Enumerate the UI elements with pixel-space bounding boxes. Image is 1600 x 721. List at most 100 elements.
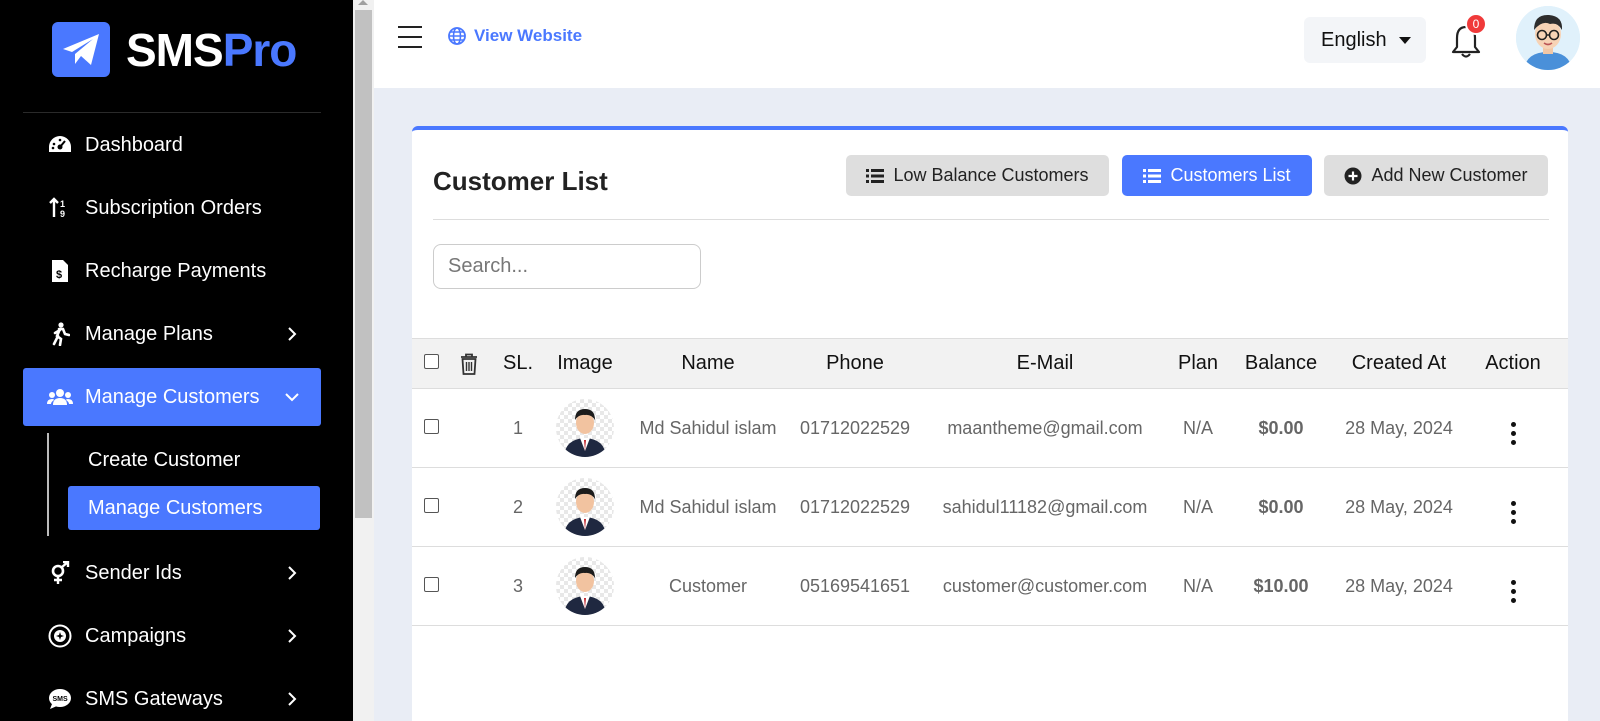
mars-venus-icon (47, 560, 73, 586)
sidebar-item-sender-ids[interactable]: Sender Ids (23, 544, 321, 602)
table-row: 1 Md Sahidul islam 01712022529 maantheme… (412, 388, 1568, 468)
search-input[interactable] (433, 244, 701, 289)
sidebar-item-campaigns[interactable]: Campaigns (23, 607, 321, 665)
sidebar-item-subscription-orders[interactable]: 19 Subscription Orders (23, 179, 321, 237)
top-header: View Website English 0 (374, 0, 1600, 88)
table-header-row: SL. Image Name Phone E-Mail Plan Balance… (412, 338, 1568, 389)
cell-phone: 01712022529 (794, 388, 916, 468)
list-icon (866, 168, 885, 184)
cell-image (548, 546, 622, 626)
low-balance-customers-button[interactable]: Low Balance Customers (846, 155, 1109, 196)
row-select-cell (412, 467, 450, 547)
caret-down-icon (1398, 36, 1411, 44)
brand-logo[interactable]: SMSPro (52, 22, 297, 77)
more-vertical-icon[interactable] (1510, 422, 1516, 445)
user-avatar[interactable] (1516, 6, 1580, 70)
language-label: English (1321, 28, 1387, 51)
add-new-customer-button[interactable]: Add New Customer (1324, 155, 1548, 196)
cell-balance: $0.00 (1222, 388, 1340, 468)
table-row: 2 Md Sahidul islam 01712022529 sahidul11… (412, 467, 1568, 547)
customer-avatar (556, 399, 614, 457)
paper-plane-icon (52, 22, 110, 77)
cell-image (548, 388, 622, 468)
cell-sl: 2 (488, 467, 548, 547)
chevron-right-icon (285, 629, 299, 643)
svg-text:$: $ (56, 269, 62, 281)
cell-action (1458, 388, 1568, 468)
sms-bubble-icon: SMS (47, 686, 73, 712)
cell-created-at: 28 May, 2024 (1340, 546, 1458, 626)
customers-table: SL. Image Name Phone E-Mail Plan Balance… (412, 338, 1568, 626)
plus-circle-icon (1344, 167, 1362, 185)
view-website-link[interactable]: View Website (448, 26, 582, 46)
dashboard-gauge-icon (47, 132, 73, 158)
scroll-up-arrow-icon[interactable] (358, 0, 368, 5)
column-header: Plan (1174, 338, 1222, 389)
column-header: SL. (488, 338, 548, 389)
sort-arrows-icon: 19 (47, 195, 73, 221)
page-title: Customer List (433, 166, 608, 196)
cell-plan: N/A (1174, 467, 1222, 547)
cell-plan: N/A (1174, 388, 1222, 468)
cell-email: customer@customer.com (916, 546, 1174, 626)
svg-text:9: 9 (60, 209, 65, 219)
sidebar-item-label: Campaigns (85, 624, 187, 647)
menu-toggle-icon[interactable] (398, 26, 422, 48)
trash-icon[interactable] (460, 353, 478, 375)
select-all-checkbox[interactable] (423, 354, 439, 369)
sidebar-item-label: Sender Ids (85, 561, 182, 584)
view-website-label: View Website (474, 26, 583, 45)
button-label: Low Balance Customers (893, 165, 1089, 185)
notification-count-badge: 0 (1465, 13, 1487, 35)
sidebar-subitem-label: Manage Customers (88, 496, 263, 519)
cell-name: Customer (622, 546, 794, 626)
submenu-line (47, 433, 49, 536)
running-person-icon (47, 321, 73, 347)
sidebar-item-dashboard[interactable]: Dashboard (23, 116, 321, 174)
sidebar-scrollbar[interactable] (353, 0, 374, 721)
chevron-right-icon (285, 692, 299, 706)
customers-list-button[interactable]: Customers List (1122, 155, 1312, 196)
row-checkbox[interactable] (423, 497, 439, 513)
button-label: Customers List (1170, 165, 1291, 185)
column-header: E-Mail (916, 338, 1174, 389)
sidebar-item-label: Dashboard (85, 133, 183, 156)
invoice-dollar-icon: $ (47, 258, 73, 284)
column-header: Name (622, 338, 794, 389)
column-header: Balance (1222, 338, 1340, 389)
language-dropdown[interactable]: English (1304, 17, 1426, 63)
more-vertical-icon[interactable] (1510, 580, 1516, 603)
list-icon (1143, 168, 1162, 184)
more-vertical-icon[interactable] (1510, 501, 1516, 524)
globe-icon (448, 27, 466, 45)
row-select-cell (412, 388, 450, 468)
sidebar-item-label: Recharge Payments (85, 259, 267, 282)
campaign-badge-icon (47, 623, 73, 649)
chevron-right-icon (285, 566, 299, 580)
column-header: Created At (1340, 338, 1458, 389)
select-all-cell (412, 338, 450, 389)
cell-balance: $0.00 (1222, 467, 1340, 547)
sidebar-item-label: Manage Customers (85, 385, 260, 408)
sidebar-item-sms-gateways[interactable]: SMS SMS Gateways (23, 670, 321, 721)
column-header: Action (1458, 338, 1568, 389)
cell-created-at: 28 May, 2024 (1340, 388, 1458, 468)
customer-list-card: Customer List Low Balance Customers Cust… (412, 126, 1568, 721)
button-label: Add New Customer (1371, 165, 1528, 185)
sidebar-item-manage-plans[interactable]: Manage Plans (23, 305, 321, 363)
cell-name: Md Sahidul islam (622, 388, 794, 468)
divider (433, 219, 1549, 220)
cell-balance: $10.00 (1222, 546, 1340, 626)
row-checkbox[interactable] (423, 576, 439, 592)
cell-email: maantheme@gmail.com (916, 388, 1174, 468)
sidebar-subitem-create-customer[interactable]: Create Customer (68, 438, 320, 482)
chevron-down-icon (285, 390, 299, 404)
row-checkbox[interactable] (423, 418, 439, 434)
cell-action (1458, 467, 1568, 547)
sidebar-item-manage-customers[interactable]: Manage Customers (23, 368, 321, 426)
cell-image (548, 467, 622, 547)
scrollbar-thumb[interactable] (355, 10, 372, 518)
sidebar-item-recharge-payments[interactable]: $ Recharge Payments (23, 242, 321, 300)
cell-phone: 01712022529 (794, 467, 916, 547)
sidebar-subitem-manage-customers[interactable]: Manage Customers (68, 486, 320, 530)
